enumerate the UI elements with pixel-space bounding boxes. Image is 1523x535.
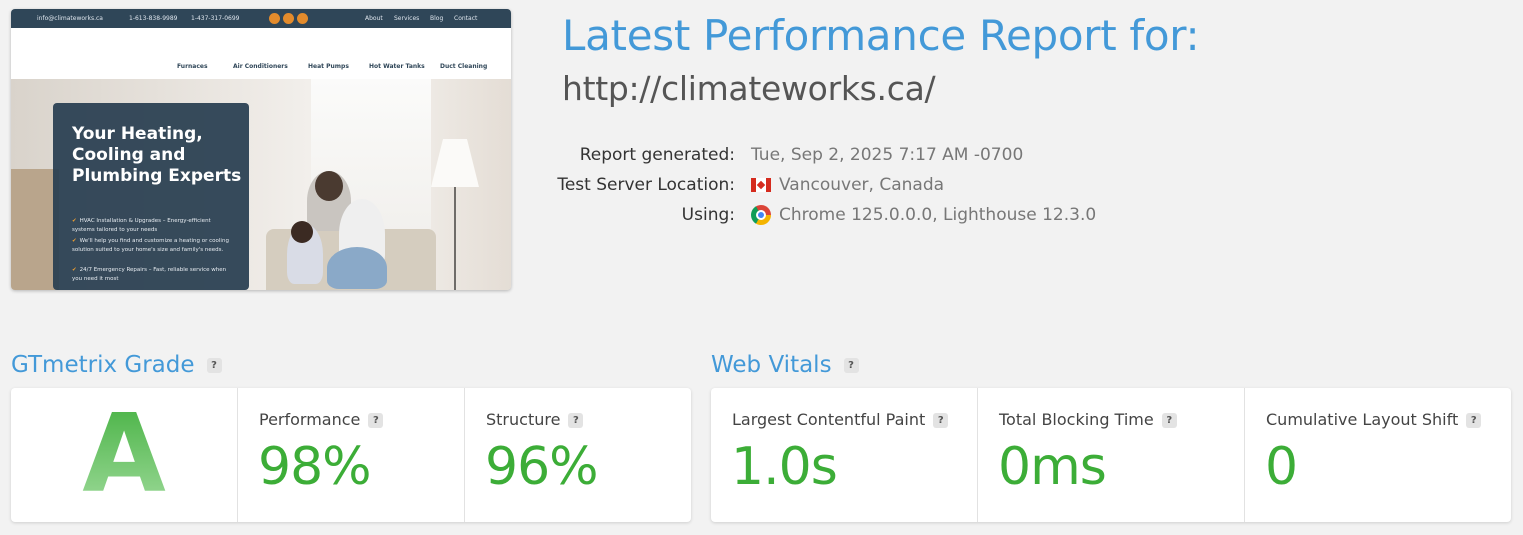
web-vitals-title: Web Vitals xyxy=(711,352,832,378)
grade-cell: A xyxy=(11,388,238,522)
web-vitals-panel: Largest Contentful Paint ? 1.0s Total Bl… xyxy=(711,388,1511,522)
gtmetrix-grade-heading: GTmetrix Grade ? xyxy=(11,350,222,380)
report-generated-value: Tue, Sep 2, 2025 7:17 AM -0700 xyxy=(751,145,1024,165)
meta-label: Report generated: xyxy=(579,145,735,165)
performance-label: Performance ? xyxy=(259,409,384,431)
thumbnail-email: info@climateworks.ca xyxy=(37,15,103,22)
thumbnail-link-contact: Contact xyxy=(454,15,478,22)
thumbnail-bullet-text: We'll help you find and customize a heat… xyxy=(72,238,229,253)
help-icon[interactable]: ? xyxy=(568,412,584,428)
lcp-cell: Largest Contentful Paint ? 1.0s xyxy=(711,388,978,522)
thumbnail-nav-air-conditioners: Air Conditioners xyxy=(233,63,288,70)
thumbnail-phone-2: 1-437-317-0699 xyxy=(191,15,240,22)
structure-label: Structure ? xyxy=(486,409,584,431)
help-icon[interactable]: ? xyxy=(368,412,384,428)
instagram-icon xyxy=(283,13,294,24)
performance-score: 98% xyxy=(258,437,372,497)
chrome-icon xyxy=(751,205,771,225)
lcp-label: Largest Contentful Paint ? xyxy=(732,409,949,431)
tbt-cell: Total Blocking Time ? 0ms xyxy=(978,388,1245,522)
thumbnail-link-blog: Blog xyxy=(430,15,444,22)
meta-value: Chrome 125.0.0.0, Lighthouse 12.3.0 xyxy=(751,203,1096,227)
gtmetrix-grade-title: GTmetrix Grade xyxy=(11,352,195,378)
facebook-icon xyxy=(269,13,280,24)
help-icon[interactable]: ? xyxy=(843,357,859,373)
tbt-label-text: Total Blocking Time xyxy=(999,410,1154,429)
help-icon[interactable]: ? xyxy=(933,412,949,428)
web-vitals-heading: Web Vitals ? xyxy=(711,350,859,380)
cls-label-text: Cumulative Layout Shift xyxy=(1266,410,1459,429)
thumbnail-link-about: About xyxy=(365,15,383,22)
thumbnail-navbar: Furnaces Air Conditioners Heat Pumps Hot… xyxy=(11,28,511,79)
browser-value: Chrome 125.0.0.0, Lighthouse 12.3.0 xyxy=(779,205,1097,225)
cls-value: 0 xyxy=(1265,437,1298,497)
thumbnail-bullet: ✔ 24/7 Emergency Repairs – Fast, reliable… xyxy=(72,267,227,282)
social-icon xyxy=(297,13,308,24)
report-url[interactable]: http://climateworks.ca/ xyxy=(562,66,936,112)
meta-value: Vancouver, Canada xyxy=(751,173,944,197)
help-icon[interactable]: ? xyxy=(1466,412,1482,428)
performance-label-text: Performance xyxy=(259,410,361,429)
tbt-label: Total Blocking Time ? xyxy=(999,409,1177,431)
help-icon[interactable]: ? xyxy=(206,357,222,373)
thumbnail-nav-duct-cleaning: Duct Cleaning xyxy=(440,63,488,70)
meta-report-generated: Report generated: Tue, Sep 2, 2025 7:17 … xyxy=(0,143,1523,167)
thumbnail-topbar: info@climateworks.ca 1-613-838-9989 1-43… xyxy=(11,9,511,28)
thumbnail-nav-furnaces: Furnaces xyxy=(177,63,208,70)
performance-cell: Performance ? 98% xyxy=(238,388,465,522)
meta-label: Test Server Location: xyxy=(557,175,735,195)
meta-using: Using: Chrome 125.0.0.0, Lighthouse 12.3… xyxy=(0,203,1523,227)
cls-cell: Cumulative Layout Shift ? 0 xyxy=(1245,388,1511,522)
thumbnail-phone-1: 1-613-838-9989 xyxy=(129,15,178,22)
meta-label: Using: xyxy=(681,205,735,225)
cls-label: Cumulative Layout Shift ? xyxy=(1266,409,1482,431)
meta-test-server-location: Test Server Location: Vancouver, Canada xyxy=(0,173,1523,197)
canada-flag-icon xyxy=(751,178,771,192)
report-title: Latest Performance Report for: xyxy=(562,11,1200,60)
tbt-value: 0ms xyxy=(998,437,1107,497)
thumbnail-nav-heat-pumps: Heat Pumps xyxy=(308,63,349,70)
lcp-value: 1.0s xyxy=(731,437,838,497)
gtmetrix-grade-panel: A Performance ? 98% Structure ? 96% xyxy=(11,388,691,522)
thumbnail-link-services: Services xyxy=(394,15,420,22)
structure-cell: Structure ? 96% xyxy=(465,388,691,522)
server-location-value: Vancouver, Canada xyxy=(779,175,945,195)
grade-letter: A xyxy=(11,388,237,522)
structure-label-text: Structure xyxy=(486,410,561,429)
thumbnail-bullet-text: 24/7 Emergency Repairs – Fast, reliable … xyxy=(72,267,227,282)
thumbnail-family-figure xyxy=(327,247,387,289)
structure-score: 96% xyxy=(485,437,599,497)
help-icon[interactable]: ? xyxy=(1161,412,1177,428)
thumbnail-bullet: ✔ We'll help you find and customize a hea… xyxy=(72,238,229,253)
lcp-label-text: Largest Contentful Paint xyxy=(732,410,926,429)
meta-value: Tue, Sep 2, 2025 7:17 AM -0700 xyxy=(751,143,1023,167)
thumbnail-nav-hot-water-tanks: Hot Water Tanks xyxy=(369,63,425,70)
